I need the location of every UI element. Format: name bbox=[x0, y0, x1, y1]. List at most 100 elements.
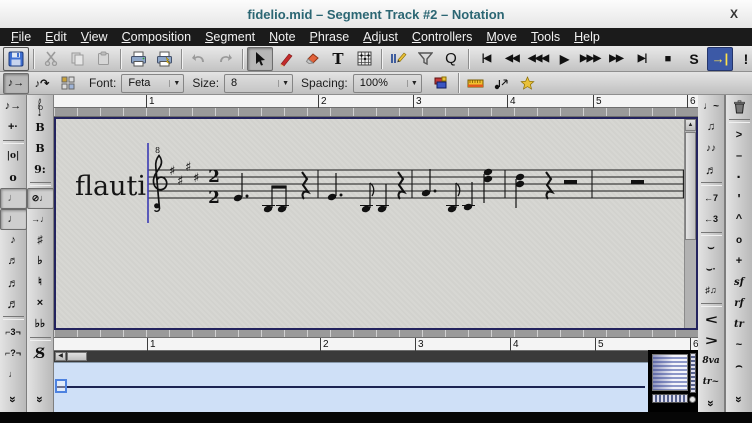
panic-button[interactable]: ! bbox=[733, 47, 752, 71]
bottom-measure-ruler[interactable]: 1 2 3 4 5 6 bbox=[54, 338, 699, 351]
menu-adjust[interactable]: Adjust bbox=[356, 28, 405, 46]
bass-clef-button[interactable]: 9: bbox=[27, 159, 54, 180]
pause-button[interactable]: ⌢ bbox=[726, 356, 752, 377]
quarter-note-button[interactable]: ♩ bbox=[0, 209, 27, 230]
play-button[interactable]: ▶ bbox=[551, 47, 577, 71]
no-accidental-button[interactable]: ⊘♩ bbox=[26, 188, 54, 209]
horizontal-zoom-slider[interactable] bbox=[652, 394, 688, 403]
sharp-button[interactable]: ♯ bbox=[27, 230, 54, 251]
auto-beam-button[interactable]: ♬ bbox=[698, 159, 725, 180]
natural-button[interactable]: ♮ bbox=[27, 272, 54, 293]
insert-mode-button[interactable]: ♪→ bbox=[3, 72, 29, 94]
menu-tools[interactable]: Tools bbox=[524, 28, 567, 46]
scroll-left-button[interactable]: ◀ bbox=[55, 352, 66, 361]
sforzando-button[interactable]: sf bbox=[726, 272, 752, 293]
menu-view[interactable]: View bbox=[74, 28, 115, 46]
thirty-second-note-button[interactable]: ♬ bbox=[0, 272, 27, 293]
accent-button[interactable]: > bbox=[726, 125, 752, 146]
menu-segment[interactable]: Segment bbox=[198, 28, 262, 46]
triplet-button[interactable]: ⌐3¬ bbox=[0, 322, 27, 343]
staccatissimo-button[interactable]: ' bbox=[726, 188, 752, 209]
close-button[interactable]: X bbox=[730, 7, 738, 21]
menu-phrase[interactable]: Phrase bbox=[303, 28, 357, 46]
more-durations-button[interactable]: » bbox=[3, 386, 24, 413]
sixteenth-note-button[interactable]: ♬ bbox=[0, 251, 27, 272]
marcato-button[interactable]: ^ bbox=[726, 209, 752, 230]
chord-mode-button[interactable] bbox=[55, 73, 81, 94]
rinforzando-button[interactable]: rf bbox=[726, 293, 752, 314]
solo-button[interactable]: S bbox=[681, 47, 707, 71]
phrasing-slur-button[interactable]: ⌣· bbox=[698, 259, 725, 280]
raw-note-ruler-toggle[interactable] bbox=[489, 73, 515, 94]
save-button[interactable] bbox=[3, 46, 29, 71]
rewind-fast-button[interactable]: ◀◀◀ bbox=[525, 47, 551, 71]
alto-clef-button[interactable]: B bbox=[27, 117, 54, 138]
ottava-up-button[interactable]: 8va bbox=[698, 351, 725, 372]
follow-accidental-button[interactable]: →♩ bbox=[27, 209, 54, 230]
erase-tool-button[interactable] bbox=[299, 47, 325, 71]
title-bar[interactable]: fidelio.mid – Segment Track #2 – Notatio… bbox=[0, 0, 752, 29]
draw-tool-button[interactable] bbox=[273, 47, 299, 71]
fast-forward-fast-button[interactable]: ▶▶▶ bbox=[577, 47, 603, 71]
eighth-note-button[interactable]: ♪ bbox=[0, 230, 27, 251]
top-measure-ruler[interactable]: 1 2 3 4 5 6 bbox=[54, 95, 698, 108]
playback-pointer-button[interactable]: →| bbox=[707, 46, 733, 71]
harmonic-button[interactable]: o bbox=[726, 230, 752, 251]
stop-button[interactable]: ■ bbox=[655, 47, 681, 71]
segno-button[interactable]: S̸ bbox=[27, 343, 54, 364]
forward-to-end-button[interactable]: ▶| bbox=[629, 47, 655, 71]
canvas-horizontal-scrollbar[interactable]: ◀ ▶ bbox=[54, 351, 698, 362]
note-rest-toggle-button[interactable]: ♪→ bbox=[0, 96, 27, 117]
tenor-clef-button[interactable]: B bbox=[27, 138, 54, 159]
vertical-zoom-slider[interactable] bbox=[690, 353, 696, 393]
copy-button[interactable] bbox=[64, 47, 90, 71]
staccato-button[interactable]: · bbox=[726, 167, 752, 188]
triplet-insert-button[interactable]: ←3 bbox=[698, 209, 725, 230]
layer-settings-button[interactable] bbox=[428, 73, 454, 94]
more-marks-button[interactable]: » bbox=[729, 386, 750, 413]
double-sharp-button[interactable]: × bbox=[27, 293, 54, 314]
unbeam-button[interactable]: ♪♪ bbox=[698, 138, 725, 159]
septuplet-insert-button[interactable]: ←7 bbox=[698, 188, 725, 209]
filter-button[interactable] bbox=[412, 47, 438, 71]
zoom-reset-button[interactable] bbox=[689, 396, 696, 403]
redo-button[interactable] bbox=[212, 47, 238, 71]
notation-canvas[interactable]: flauti 8 ♯ ♯ ♯ ♯ 22 ▲ bbox=[54, 117, 698, 330]
lv-button[interactable]: + bbox=[726, 251, 752, 272]
top-beat-ruler[interactable] bbox=[54, 108, 698, 117]
rewind-button[interactable]: ◀◀ bbox=[499, 47, 525, 71]
print-preview-button[interactable] bbox=[151, 47, 177, 71]
ornament-tool-button[interactable] bbox=[386, 47, 412, 71]
guitar-chord-tool-button[interactable] bbox=[351, 47, 377, 71]
select-tool-button[interactable] bbox=[247, 46, 273, 71]
menu-edit[interactable]: Edit bbox=[38, 28, 74, 46]
flat-button[interactable]: ♭ bbox=[27, 251, 54, 272]
menu-composition[interactable]: Composition bbox=[115, 28, 198, 46]
paste-button[interactable] bbox=[90, 47, 116, 71]
menu-file[interactable]: File bbox=[4, 28, 38, 46]
bottom-beat-ruler[interactable] bbox=[54, 330, 698, 338]
text-tool-button[interactable]: T bbox=[325, 47, 351, 71]
spacing-combo[interactable]: 100% ▼ bbox=[352, 73, 422, 93]
segment-panner[interactable] bbox=[54, 362, 648, 412]
menu-move[interactable]: Move bbox=[479, 28, 524, 46]
score-thumbnail[interactable] bbox=[652, 354, 688, 391]
more-clefs-button[interactable]: » bbox=[30, 386, 51, 413]
cut-button[interactable] bbox=[38, 47, 64, 71]
tenuto-button[interactable]: – bbox=[726, 146, 752, 167]
tuplet-button[interactable]: ⌐?¬ bbox=[0, 343, 27, 364]
slur-button[interactable]: ⌣ bbox=[698, 238, 725, 259]
menu-note[interactable]: Note bbox=[262, 28, 302, 46]
double-flat-button[interactable]: ♭♭ bbox=[27, 314, 54, 335]
quantize-button[interactable]: Q bbox=[438, 47, 464, 71]
breve-button[interactable]: |o| bbox=[0, 146, 27, 167]
beam-button[interactable]: ♫ bbox=[698, 117, 725, 138]
erase-button[interactable] bbox=[726, 96, 752, 117]
chord-name-ruler-toggle[interactable] bbox=[463, 73, 489, 94]
grace-note-button[interactable]: ♩ bbox=[0, 364, 27, 385]
sixty-fourth-note-button[interactable]: ♬ bbox=[0, 293, 27, 314]
vertical-scroll-thumb[interactable] bbox=[685, 132, 696, 240]
tie-button[interactable]: ♩~ bbox=[698, 96, 725, 117]
whole-note-button[interactable]: o bbox=[0, 167, 27, 188]
menu-controllers[interactable]: Controllers bbox=[405, 28, 479, 46]
